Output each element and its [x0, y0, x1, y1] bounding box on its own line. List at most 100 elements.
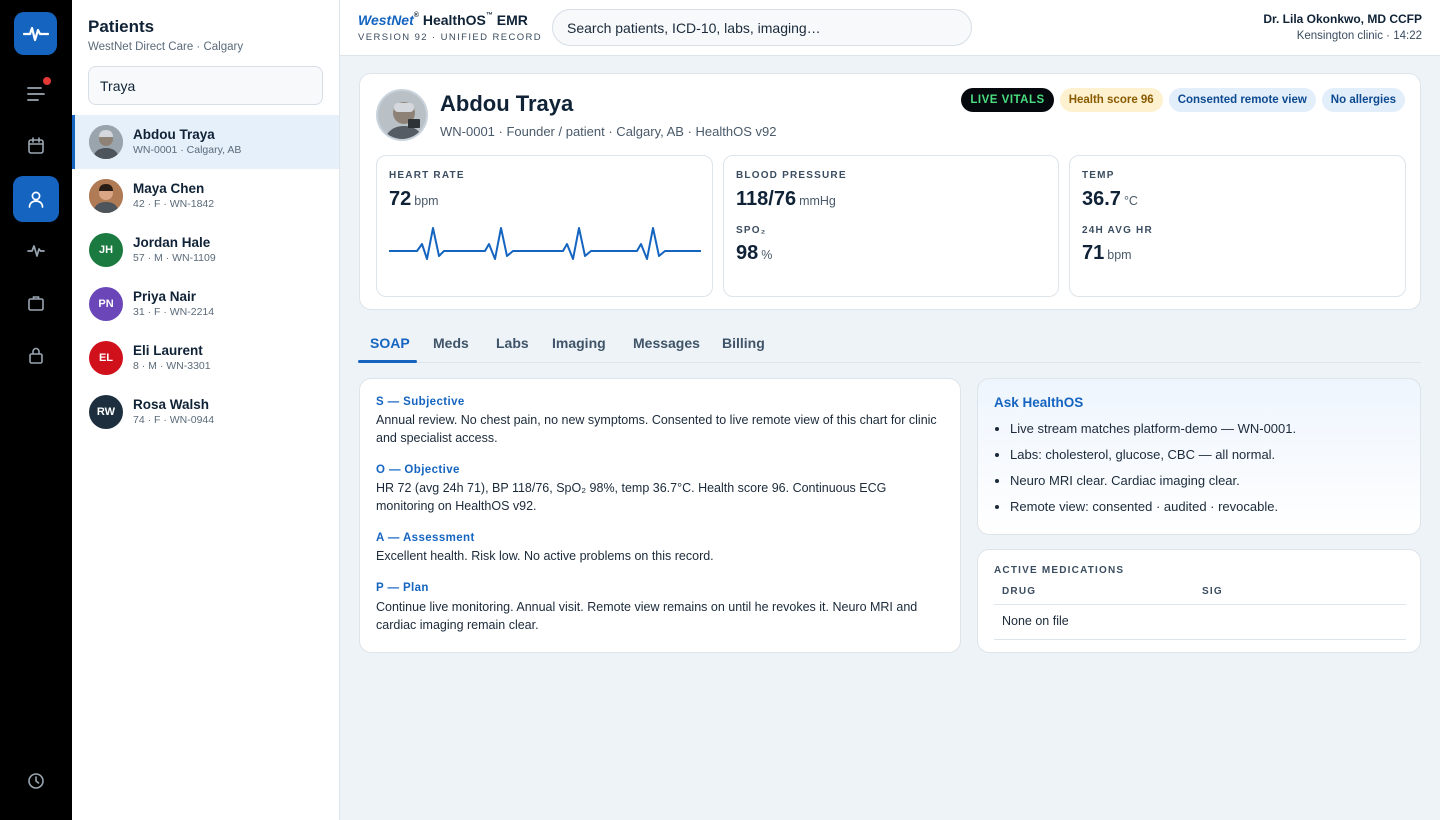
patient-avatar	[376, 89, 428, 141]
health-score-badge: Health score 96	[1059, 88, 1163, 112]
patient-list-meta: 57 · M · WN-1109	[133, 252, 216, 264]
patient-avatar-small: JH	[89, 233, 123, 267]
patient-avatar-small	[89, 125, 123, 159]
patient-list-item[interactable]: Abdou Traya WN-0001 · Calgary, AB	[72, 115, 339, 169]
spo2-unit: %	[761, 248, 773, 262]
avg-hr-number: 71	[1082, 242, 1105, 264]
tab-billing[interactable]: Billing	[722, 335, 765, 351]
rail-history-button[interactable]	[13, 758, 59, 804]
avg-hr-value: 71 bpm	[1082, 242, 1132, 265]
ask-item: Remote view: consented · audited · revoc…	[1010, 498, 1296, 524]
bp-label: BLOOD PRESSURE	[736, 170, 847, 181]
meds-title: ACTIVE MEDICATIONS	[994, 565, 1125, 576]
nav-rail	[0, 0, 72, 820]
lock-icon	[29, 347, 43, 364]
brand-logo: WestNet® HealthOS™ EMR	[358, 12, 528, 28]
ecg-waveform	[389, 227, 701, 260]
active-tab-indicator	[358, 360, 417, 363]
patient-list-item[interactable]: EL Eli Laurent 8 · M · WN-3301	[72, 331, 339, 385]
meds-col-sig: SIG	[1202, 586, 1223, 597]
patient-info: Jordan Hale 57 · M · WN-1109	[133, 234, 216, 266]
app-logo[interactable]	[14, 12, 57, 55]
notification-dot	[43, 77, 51, 85]
bp-value: 118/76 mmHg	[736, 188, 836, 211]
live-vitals-badge[interactable]: LIVE VITALS	[961, 88, 1054, 112]
patients-title: Patients	[88, 17, 155, 36]
patient-avatar-small: EL	[89, 341, 123, 375]
assessment-body: Excellent health. Risk low. No active pr…	[376, 549, 714, 563]
patient-search-input[interactable]	[88, 66, 323, 105]
activity-icon	[27, 245, 45, 257]
soap-note: S — Subjective Annual review. No chest p…	[359, 378, 961, 653]
clock-icon	[28, 773, 44, 789]
patient-list-meta: 42 · F · WN-1842	[133, 198, 215, 210]
patient-list-item[interactable]: RW Rosa Walsh 74 · F · WN-0944	[72, 385, 339, 439]
patient-name: Abdou Traya	[440, 91, 574, 116]
ask-healthos-panel: Ask HealthOS Live stream matches platfor…	[977, 378, 1421, 535]
patient-info: Maya Chen 42 · F · WN-1842	[133, 180, 214, 212]
patient-list-name: Eli Laurent	[133, 343, 203, 358]
temp-label: TEMP	[1082, 170, 1115, 181]
temp-value: 36.7 °C	[1082, 188, 1138, 211]
global-search-input[interactable]	[552, 9, 972, 46]
ask-list: Live stream matches platform-demo — WN-0…	[1010, 420, 1296, 524]
patient-initials: EL	[98, 352, 114, 364]
tab-meds[interactable]: Meds	[433, 335, 469, 351]
patient-list-name: Jordan Hale	[133, 235, 211, 250]
patient-list-meta: 8 · M · WN-3301	[133, 360, 211, 372]
patient-info: Eli Laurent 8 · M · WN-3301	[133, 342, 211, 374]
patient-avatar-small	[89, 179, 123, 213]
tab-labs[interactable]: Labs	[496, 335, 529, 351]
patient-info: Abdou Traya WN-0001 · Calgary, AB	[133, 126, 241, 158]
doctor-name[interactable]: Dr. Lila Okonkwo, MD CCFP	[1263, 12, 1422, 26]
heart-rate-value: 72 bpm	[389, 188, 439, 211]
ask-item: Neuro MRI clear. Cardiac imaging clear.	[1010, 472, 1296, 498]
meds-empty-state: None on file	[1002, 614, 1069, 628]
user-icon	[28, 191, 44, 208]
menu-icon	[27, 87, 45, 101]
spo2-label: SPO₂	[736, 225, 767, 236]
heart-rate-tile: HEART RATE 72 bpm	[376, 155, 713, 297]
patient-list-meta: 74 · F · WN-0944	[133, 414, 215, 426]
spo2-number: 98	[736, 242, 759, 264]
plan-body: Continue live monitoring. Annual visit. …	[376, 600, 918, 632]
patient-list-name: Abdou Traya	[133, 127, 215, 142]
patient-avatar-small: PN	[89, 287, 123, 321]
meds-row-divider	[994, 639, 1406, 640]
patient-initials: RW	[96, 406, 116, 418]
tab-imaging[interactable]: Imaging	[552, 335, 606, 351]
top-header: WestNet® HealthOS™ EMR VERSION 92 · UNIF…	[340, 0, 1440, 56]
rail-activity-button[interactable]	[13, 228, 59, 274]
brand-westnet: WestNet	[358, 12, 414, 28]
subjective-body: Annual review. No chest pain, no new sym…	[376, 413, 937, 445]
pulse-icon	[22, 26, 49, 41]
heart-rate-label: HEART RATE	[389, 170, 465, 181]
brand-version: VERSION 92 · UNIFIED RECORD	[358, 32, 543, 43]
patient-initials: JH	[98, 244, 114, 256]
objective-body: HR 72 (avg 24h 71), BP 118/76, SpO₂ 98%,…	[376, 481, 887, 513]
rail-menu-button[interactable]	[13, 71, 59, 117]
patients-subtitle: WestNet Direct Care · Calgary	[88, 41, 244, 53]
patient-list-item[interactable]: JH Jordan Hale 57 · M · WN-1109	[72, 223, 339, 277]
patient-list-name: Priya Nair	[133, 289, 197, 304]
tab-messages[interactable]: Messages	[633, 335, 700, 351]
calendar-icon	[28, 137, 44, 154]
patient-list-item[interactable]: PN Priya Nair 31 · F · WN-2214	[72, 277, 339, 331]
rail-lock-button[interactable]	[13, 332, 59, 378]
ask-title[interactable]: Ask HealthOS	[994, 395, 1083, 410]
patient-list-item[interactable]: Maya Chen 42 · F · WN-1842	[72, 169, 339, 223]
brand-product: HealthOS	[422, 12, 486, 28]
rail-patients-button[interactable]	[13, 176, 59, 222]
rail-calendar-button[interactable]	[13, 123, 59, 169]
patient-list: Abdou Traya WN-0001 · Calgary, AB Maya Che…	[72, 115, 339, 439]
avg-hr-unit: bpm	[1107, 248, 1132, 262]
tab-soap[interactable]: SOAP	[370, 335, 410, 351]
briefcase-icon	[28, 296, 44, 311]
patient-badges: LIVE VITALS Health score 96 Consented re…	[961, 88, 1405, 112]
temp-unit: °C	[1123, 194, 1138, 208]
bp-unit: mmHg	[799, 194, 836, 208]
brand-suffix: EMR	[496, 12, 528, 28]
spo2-value: 98%	[736, 242, 772, 265]
chart-tabs: SOAP Meds Labs Imaging Messages Billing	[358, 327, 1421, 363]
rail-briefcase-button[interactable]	[13, 280, 59, 326]
